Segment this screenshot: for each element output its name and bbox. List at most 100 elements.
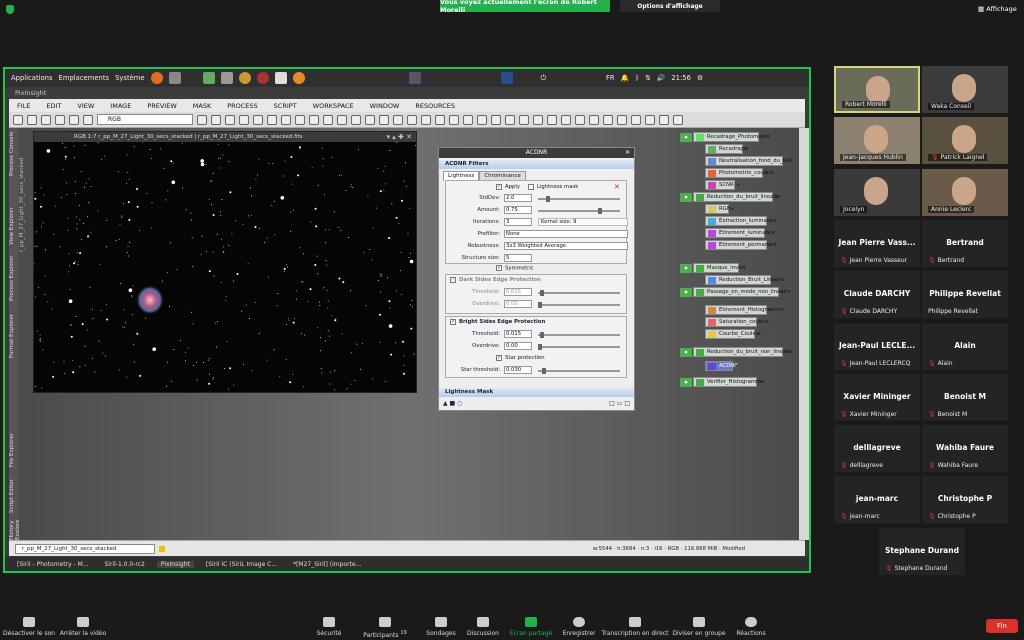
toolbar-icon[interactable]	[69, 114, 79, 125]
toolbar-icon[interactable]	[659, 114, 669, 125]
participant-tile[interactable]: Bertrand 🎙 Bertrand	[922, 219, 1008, 267]
participant-tile[interactable]: 🎙 Patrick Laignel	[922, 117, 1008, 165]
process-icon[interactable]: Photometrie_couleur ▸	[705, 168, 774, 178]
app-icon[interactable]	[292, 72, 305, 84]
toolbar-icon[interactable]	[617, 114, 627, 125]
process-icon[interactable]: Courbe_Couleur ▸	[705, 329, 761, 339]
participant-tile[interactable]: Xavier Mininger 🎙 Xavier Mininger	[834, 373, 920, 421]
expand-icon[interactable]: ▸	[765, 169, 768, 178]
power-icon[interactable]: ⏻	[541, 74, 546, 83]
expand-icon[interactable]: ▸	[735, 362, 738, 371]
bright-sides-title[interactable]: ✓ Bright Sides Edge Protection	[446, 318, 626, 327]
app-icon[interactable]	[274, 72, 287, 84]
toolbar-icon[interactable]	[295, 114, 305, 125]
menu-resources[interactable]: RESOURCES	[415, 102, 455, 110]
menu-window[interactable]: WINDOW	[370, 102, 400, 110]
expand-icon[interactable]: ▸	[745, 145, 748, 154]
redo-icon[interactable]	[27, 114, 37, 125]
dark-threshold-input[interactable]: 0.015	[504, 288, 532, 296]
toolbar-icon[interactable]	[337, 114, 347, 125]
toolbar-icon[interactable]	[589, 114, 599, 125]
toolbar-icon[interactable]	[477, 114, 487, 125]
toolbar-icon[interactable]	[533, 114, 543, 125]
process-icon[interactable]: Extraction_luminance ▸	[705, 216, 776, 226]
stddev-slider[interactable]	[538, 196, 620, 202]
tab-file-explorer[interactable]: File Explorer	[9, 428, 19, 472]
toolbar-icon[interactable]	[449, 114, 459, 125]
toolbar-icon[interactable]	[281, 114, 291, 125]
undo-icon[interactable]	[13, 114, 23, 125]
process-icon[interactable]: Reduction_du_bruit_non_lineaire ▸ ●	[680, 347, 793, 357]
expand-icon[interactable]: ▸	[785, 157, 788, 166]
bright-overdrive-input[interactable]: 0.00	[504, 342, 532, 350]
menu-image[interactable]: IMAGE	[110, 102, 131, 110]
iterations-input[interactable]: 3	[504, 218, 532, 226]
toolbar-icon[interactable]	[211, 114, 221, 125]
participant-tile[interactable]: Claude DARCHY 🎙 Claude DARCHY	[834, 271, 920, 319]
participant-tile[interactable]: Philippe Revellat Philippe Revellat	[922, 271, 1008, 319]
participant-tile[interactable]: jean-marc 🎙 jean-marc	[834, 476, 920, 524]
acdnr-bottom-icons[interactable]: ▲ ■ ○	[443, 400, 462, 407]
reactions-button[interactable]: Réactions	[716, 617, 786, 637]
expand-icon[interactable]: ▸	[761, 133, 764, 142]
stf-icon[interactable]	[159, 545, 165, 552]
stop-video-button[interactable]: Arrêter la vidéo	[48, 617, 118, 637]
toolbar-icon[interactable]	[491, 114, 501, 125]
shield-icon[interactable]	[6, 5, 14, 14]
robustness-select[interactable]: 3x3 Weighted Average	[504, 242, 628, 250]
process-icon[interactable]: Passage_en_mode_non_lineaire ▸ ●	[680, 287, 790, 297]
structure-input[interactable]: 5	[504, 254, 532, 262]
symmetric-checkbox[interactable]: ✓ Symmetric	[496, 265, 534, 272]
bluetooth-icon[interactable]: ᛒ	[635, 74, 639, 82]
menu-process[interactable]: PROCESS	[227, 102, 257, 110]
tab-history-explorer[interactable]: History Explorer	[9, 520, 19, 540]
toolbar-icon[interactable]	[463, 114, 473, 125]
process-icon[interactable]: ACDNR ▸	[705, 361, 738, 371]
expand-icon[interactable]: ▸	[767, 229, 770, 238]
toolbar-icon[interactable]	[519, 114, 529, 125]
menu-script[interactable]: SCRIPT	[274, 102, 297, 110]
participant-tile[interactable]: Wahiba Faure 🎙 Wahiba Faure	[922, 425, 1008, 473]
expand-icon[interactable]: ▸	[773, 276, 776, 285]
participant-tile[interactable]: Jean-Jacques Hublin	[834, 117, 920, 165]
expand-icon[interactable]: ▸	[741, 264, 744, 273]
toolbar-icon[interactable]	[267, 114, 277, 125]
gear-icon[interactable]: ⚙	[697, 74, 703, 82]
task-pixinsight[interactable]: PixInsight	[156, 560, 194, 568]
process-icon[interactable]: RGB ▸	[705, 204, 734, 214]
transcript-button[interactable]: Transcription en direct	[600, 617, 670, 637]
process-icon[interactable]: Masque_invert ▸ ●	[680, 263, 746, 273]
toolbar-icon[interactable]	[83, 114, 93, 125]
acdnr-bottom-right-icons[interactable]: □ ▭ □	[609, 400, 630, 407]
participant-tile[interactable]: Stephane Durand 🎙 Stephane Durand	[879, 527, 965, 575]
expand-icon[interactable]: ▸	[775, 193, 778, 202]
amount-slider[interactable]	[538, 208, 620, 214]
process-icon[interactable]: Recadrage ▸	[705, 144, 748, 154]
expand-icon[interactable]: ▸	[781, 288, 784, 297]
process-icon[interactable]: Etirement_Histogramme ▸	[705, 305, 784, 315]
toolbar-icon[interactable]	[55, 114, 65, 125]
expand-icon[interactable]: ▸	[769, 241, 772, 250]
apply-checkbox[interactable]: ✓ Apply	[496, 183, 520, 192]
app-icon[interactable]	[256, 72, 269, 84]
image-side-tab[interactable]: r_pp_M_27_Light_30_secs_stacked	[15, 131, 33, 393]
toolbar-icon[interactable]	[197, 114, 207, 125]
toolbar-icon[interactable]	[435, 114, 445, 125]
star-protection-checkbox[interactable]: ✓ Star protection	[496, 354, 545, 363]
toolbar-icon[interactable]	[41, 114, 51, 125]
camera-icon[interactable]	[168, 72, 181, 84]
participant-tile[interactable]: Waka Conseil	[922, 66, 1008, 113]
menu-preview[interactable]: PREVIEW	[147, 102, 176, 110]
system-menu[interactable]: Système	[115, 74, 145, 82]
window-controls-icon[interactable]: ▾ ▴ ✚ ✕	[387, 132, 412, 142]
dark-overdrive-input[interactable]: 0.00	[504, 300, 532, 308]
participant-tile[interactable]: Christophe P 🎙 Christophe P	[922, 476, 1008, 524]
terminal-icon[interactable]	[202, 72, 215, 84]
toolbar-icon[interactable]	[239, 114, 249, 125]
task-m27-siril[interactable]: *[M27_Siril] (importe...	[289, 561, 365, 568]
image-window[interactable]: RGB 1:7 r_pp_M_27_Light_30_secs_stacked …	[33, 131, 417, 393]
toolbar-icon[interactable]	[351, 114, 361, 125]
affichage-button[interactable]: ▦ Affichage	[978, 5, 1017, 13]
participant-tile[interactable]: Jean-Paul LECLE... 🎙 Jean-Paul LECLERCQ	[834, 322, 920, 370]
switch-icon[interactable]	[408, 72, 421, 84]
